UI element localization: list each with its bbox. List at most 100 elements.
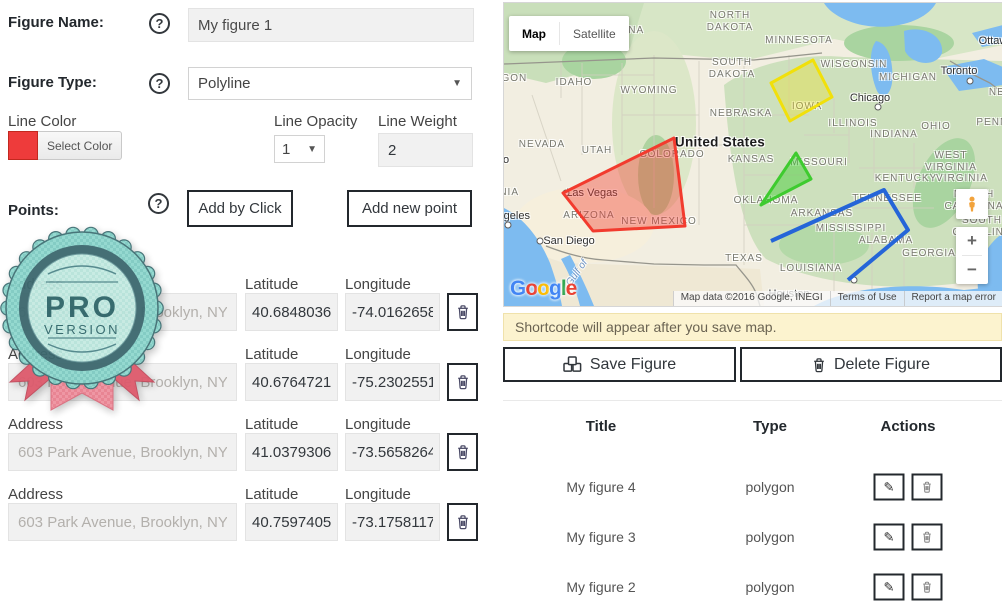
address-label: Address	[8, 486, 63, 503]
zoom-out-button[interactable]: −	[956, 256, 988, 284]
yellow-polygon[interactable]	[771, 60, 832, 121]
delete-figure-label: Delete Figure	[834, 356, 930, 374]
green-polygon[interactable]	[761, 153, 811, 205]
google-logo-letter: e	[566, 277, 577, 300]
address-input[interactable]	[8, 293, 237, 331]
color-swatch[interactable]	[8, 131, 38, 160]
delete-figure-row-button[interactable]	[912, 524, 943, 551]
line-opacity-label: Line Opacity	[274, 113, 357, 130]
points-label: Points:	[8, 202, 59, 219]
points-help-icon[interactable]: ?	[148, 193, 169, 214]
chevron-down-icon: ▼	[452, 78, 462, 89]
longitude-label: Longitude	[345, 416, 411, 433]
terms-of-use-link[interactable]: Terms of Use	[830, 291, 904, 306]
column-header-type: Type	[753, 418, 787, 435]
longitude-label: Longitude	[345, 486, 411, 503]
column-header-title: Title	[586, 418, 617, 435]
delete-figure-button[interactable]: Delete Figure	[740, 347, 1002, 382]
latitude-label: Latitude	[245, 486, 298, 503]
help-glyph: ?	[156, 76, 164, 91]
google-logo[interactable]: Google	[510, 277, 576, 301]
figure-name-label: Figure Name:	[8, 14, 104, 31]
edit-figure-button[interactable]: ✎	[874, 474, 905, 501]
figure-type: polygon	[745, 479, 794, 495]
edit-figure-button[interactable]: ✎	[874, 574, 905, 601]
latitude-input[interactable]	[245, 363, 338, 401]
trash-icon	[812, 357, 826, 373]
trash-icon	[456, 304, 470, 320]
blue-polyline[interactable]	[771, 190, 908, 280]
longitude-input[interactable]	[345, 363, 440, 401]
delete-point-button[interactable]	[447, 363, 478, 401]
divider	[503, 400, 1002, 401]
figure-type-help-icon[interactable]: ?	[149, 73, 170, 94]
map-type-satellite-button[interactable]: Satellite	[560, 16, 629, 51]
figure-type-value: Polyline	[198, 75, 251, 92]
delete-point-button[interactable]	[447, 293, 478, 331]
trash-icon	[456, 374, 470, 390]
figure-title: My figure 3	[566, 529, 635, 545]
shortcode-notice-text: Shortcode will appear after you save map…	[515, 319, 776, 335]
add-by-click-label: Add by Click	[198, 200, 281, 217]
save-icon	[563, 356, 582, 373]
address-input[interactable]	[8, 433, 237, 471]
address-label: Address	[8, 416, 63, 433]
figure-type: polygon	[745, 529, 794, 545]
address-input[interactable]	[8, 363, 237, 401]
google-logo-letter: o	[525, 277, 537, 300]
trash-icon	[922, 531, 933, 544]
trash-icon	[922, 481, 933, 494]
delete-point-button[interactable]	[447, 503, 478, 541]
delete-figure-row-button[interactable]	[912, 474, 943, 501]
line-opacity-select[interactable]: 1 ▼	[274, 135, 325, 163]
street-view-pegman-button[interactable]	[956, 189, 988, 219]
point-row: Address Latitude Longitude	[0, 486, 480, 556]
figure-table-row: My figure 3 polygon ✎	[503, 522, 1002, 552]
figure-name-input[interactable]	[188, 8, 474, 42]
select-color-label: Select Color	[47, 139, 112, 153]
zoom-in-button[interactable]: +	[956, 227, 988, 255]
google-map[interactable]: MONTANANORTH DAKOTAMINNESOTASOUTH DAKOTA…	[503, 2, 1002, 307]
google-logo-letter: G	[510, 277, 525, 300]
longitude-input[interactable]	[345, 503, 440, 541]
line-opacity-value: 1	[282, 141, 290, 158]
line-weight-input[interactable]	[378, 133, 473, 167]
help-glyph: ?	[156, 16, 164, 31]
longitude-input[interactable]	[345, 433, 440, 471]
latitude-input[interactable]	[245, 293, 338, 331]
figures-table: Title Type Actions My figure 4 polygon ✎…	[503, 408, 1002, 606]
figure-title: My figure 2	[566, 579, 635, 595]
report-map-error-link[interactable]: Report a map error	[904, 291, 1002, 306]
figure-type-label: Figure Type:	[8, 74, 97, 91]
longitude-label: Longitude	[345, 346, 411, 363]
add-new-point-button[interactable]: Add new point	[347, 190, 472, 227]
longitude-label: Longitude	[345, 276, 411, 293]
figure-name-help-icon[interactable]: ?	[149, 13, 170, 34]
red-polygon[interactable]	[563, 138, 685, 231]
figure-actions: ✎	[874, 574, 943, 601]
longitude-input[interactable]	[345, 293, 440, 331]
trash-icon	[456, 514, 470, 530]
shortcode-notice: Shortcode will appear after you save map…	[503, 313, 1002, 341]
map-type-control: Map Satellite	[509, 16, 629, 51]
address-label: Address	[8, 276, 63, 293]
figure-type: polygon	[745, 579, 794, 595]
address-input[interactable]	[8, 503, 237, 541]
delete-point-button[interactable]	[447, 433, 478, 471]
select-color-button[interactable]: Select Color	[38, 131, 122, 160]
latitude-label: Latitude	[245, 346, 298, 363]
save-figure-button[interactable]: Save Figure	[503, 347, 736, 382]
latitude-input[interactable]	[245, 503, 338, 541]
map-copyright: Map data ©2016 Google, INEGI	[673, 291, 830, 306]
save-figure-label: Save Figure	[590, 356, 676, 374]
add-by-click-button[interactable]: Add by Click	[187, 190, 293, 227]
google-logo-letter: g	[549, 277, 561, 300]
delete-figure-row-button[interactable]	[912, 574, 943, 601]
map-type-map-button[interactable]: Map	[509, 16, 559, 51]
pegman-icon	[964, 196, 980, 212]
figure-type-select[interactable]: Polyline ▼	[188, 67, 472, 100]
point-row: Address Latitude Longitude	[0, 346, 480, 416]
google-logo-letter: o	[537, 277, 549, 300]
edit-figure-button[interactable]: ✎	[874, 524, 905, 551]
latitude-input[interactable]	[245, 433, 338, 471]
